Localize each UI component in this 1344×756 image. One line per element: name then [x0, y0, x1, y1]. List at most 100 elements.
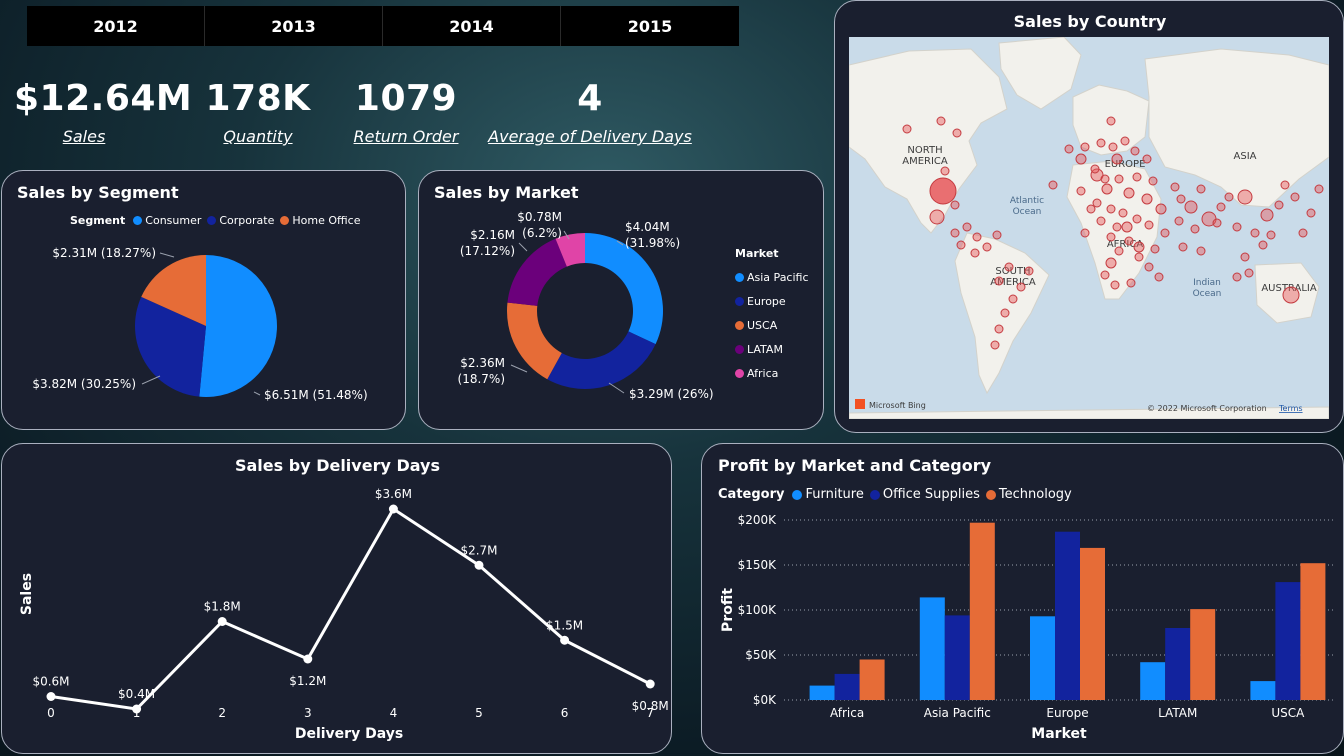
- donut-label-europe: $3.29M (26%): [629, 387, 714, 401]
- map-bubble-84: [1244, 268, 1254, 278]
- delivery-data-label-6: $1.5M: [546, 618, 583, 632]
- map-bubble-13: [1141, 193, 1153, 205]
- kpi-return-order-value: 1079: [354, 78, 458, 119]
- delivery-x-tick-3: 3: [304, 706, 312, 720]
- map-landmass-greenland: [998, 37, 1082, 110]
- map-bubble-73: [1124, 236, 1134, 246]
- map-terms-link: Terms: [1278, 404, 1303, 413]
- kpi-quantity-label: Quantity: [223, 127, 293, 146]
- pie-label-home-office: $2.31M (18.27%): [52, 246, 156, 260]
- map-label-north-america-2: AMERICA: [902, 156, 948, 167]
- map-bubble-52: [994, 276, 1004, 286]
- delivery-line-series: [50, 507, 651, 711]
- delivery-data-label-0: $0.6M: [32, 675, 69, 689]
- map-bubble-65: [1076, 186, 1086, 196]
- map-bubble-77: [1110, 280, 1120, 290]
- profit-bar-africa-technology: [859, 659, 885, 700]
- map-bubble-80: [1174, 216, 1184, 226]
- profit-bar-europe-furniture: [1030, 616, 1055, 700]
- kpi-quantity-value: 178K: [205, 78, 311, 119]
- map-bubble-11: [1111, 153, 1123, 165]
- map-label-north-america-1: NORTH: [907, 145, 942, 156]
- map-bubble-83: [1196, 246, 1206, 256]
- profit-x-tick-latam: LATAM: [1158, 706, 1197, 720]
- delivery-x-tick-0: 0: [47, 706, 55, 720]
- map-bubble-94: [940, 166, 950, 176]
- delivery-x-tick-2: 2: [218, 706, 226, 720]
- profit-x-tick-africa: Africa: [830, 706, 864, 720]
- map-bubble-22: [1080, 228, 1090, 238]
- profit-bar-asia-pacific-technology: [969, 522, 995, 700]
- delivery-point-4: [388, 504, 398, 514]
- delivery-data-label-3: $1.2M: [289, 674, 326, 688]
- world-map-svg: NORTHAMERICASOUTHAMERICAASIAEUROPEAFRICA…: [849, 37, 1329, 419]
- market-card: Sales by Market Market Asia Pacific Europ…: [418, 170, 824, 430]
- map-bubble-69: [1132, 214, 1142, 224]
- map-bubble-40: [982, 242, 992, 252]
- delivery-point-5: [474, 560, 484, 570]
- map-label-indian-2: Ocean: [1193, 289, 1222, 299]
- map-bubble-17: [1133, 241, 1145, 253]
- donut-label-pct-asia-pacific: (31.98%): [625, 236, 680, 250]
- delivery-x-axis-title: Delivery Days: [295, 726, 403, 742]
- profit-y-tick-3: $150K: [738, 558, 778, 572]
- donut-label-latam: $2.16M: [470, 228, 515, 242]
- map-bubble-61: [1100, 174, 1110, 184]
- year-slicer: 2012 2013 2014 2015: [27, 6, 739, 46]
- market-donut-chart: $4.04M (31.98%) $3.29M (26%) $2.36M (18.7%) $…: [458, 210, 714, 401]
- map-bubble-38: [962, 222, 972, 232]
- year-button-2015[interactable]: 2015: [561, 6, 739, 46]
- delivery-x-tick-5: 5: [475, 706, 483, 720]
- year-button-2012[interactable]: 2012: [27, 6, 205, 46]
- map-bubble-19: [1144, 262, 1154, 272]
- map-bubble-95: [950, 200, 960, 210]
- delivery-point-6: [560, 635, 570, 645]
- map-bubble-18: [1105, 257, 1117, 269]
- map-bubble-23: [1106, 232, 1116, 242]
- map-bubble-37: [1290, 192, 1300, 202]
- kpi-return-order: 1079 Return Order: [346, 78, 466, 146]
- profit-card: Profit by Market and Category Category F…: [701, 443, 1344, 754]
- delivery-x-tick-4: 4: [390, 706, 398, 720]
- donut-slice-latam: [507, 238, 567, 306]
- pie-slice-consumer: [199, 255, 278, 397]
- map-bubble-10: [1101, 183, 1113, 195]
- map-bubble-14: [1155, 203, 1167, 215]
- map-bubble-44: [970, 248, 980, 258]
- delivery-x-tick-1: 1: [133, 706, 141, 720]
- map-bubble-42: [950, 228, 960, 238]
- delivery-data-label-1: $0.4M: [118, 687, 155, 701]
- map-bubble-2: [929, 209, 945, 225]
- map-label-indian-1: Indian: [1193, 278, 1221, 288]
- year-button-2013[interactable]: 2013: [205, 6, 383, 46]
- map-bubble-82: [1178, 242, 1188, 252]
- map-bubble-8: [1184, 200, 1198, 214]
- delivery-y-axis-title: Sales: [19, 573, 35, 615]
- donut-leader-usca: [510, 364, 528, 373]
- map-bubble-76: [1150, 244, 1160, 254]
- donut-label-pct-usca: (18.7%): [458, 372, 505, 386]
- map-bubble-3: [1282, 286, 1300, 304]
- map-bubble-64: [1148, 176, 1158, 186]
- profit-x-tick-asia-pacific: Asia Pacific: [924, 706, 991, 720]
- delivery-point-2: [217, 617, 227, 626]
- map-bubble-92: [1106, 116, 1116, 126]
- map-bubble-67: [1106, 204, 1116, 214]
- profit-x-tick-europe: Europe: [1046, 706, 1088, 720]
- kpi-quantity: 178K Quantity: [200, 78, 316, 146]
- profit-y-tick-4: $200K: [738, 513, 778, 527]
- map-copyright: © 2022 Microsoft Corporation: [1147, 404, 1267, 413]
- pie-leader-consumer: [253, 391, 261, 396]
- country-map[interactable]: NORTH AMERICA SOUTH AMERICA ASIA EUROPE AFRICA…: [849, 37, 1329, 419]
- map-bubble-16: [1121, 221, 1133, 233]
- profit-x-axis-title: Market: [1031, 726, 1087, 742]
- map-bubble-20: [1126, 278, 1136, 288]
- profit-x-tick-usca: USCA: [1271, 706, 1305, 720]
- pie-leader-corporate: [141, 375, 161, 385]
- bing-attribution: Microsoft Bing: [869, 401, 926, 410]
- map-bubble-58: [1130, 146, 1140, 156]
- profit-bar-latam-office-supplies: [1165, 628, 1191, 700]
- profit-bar-latam-technology: [1190, 609, 1216, 700]
- year-button-2014[interactable]: 2014: [383, 6, 561, 46]
- map-bubble-79: [1154, 272, 1164, 282]
